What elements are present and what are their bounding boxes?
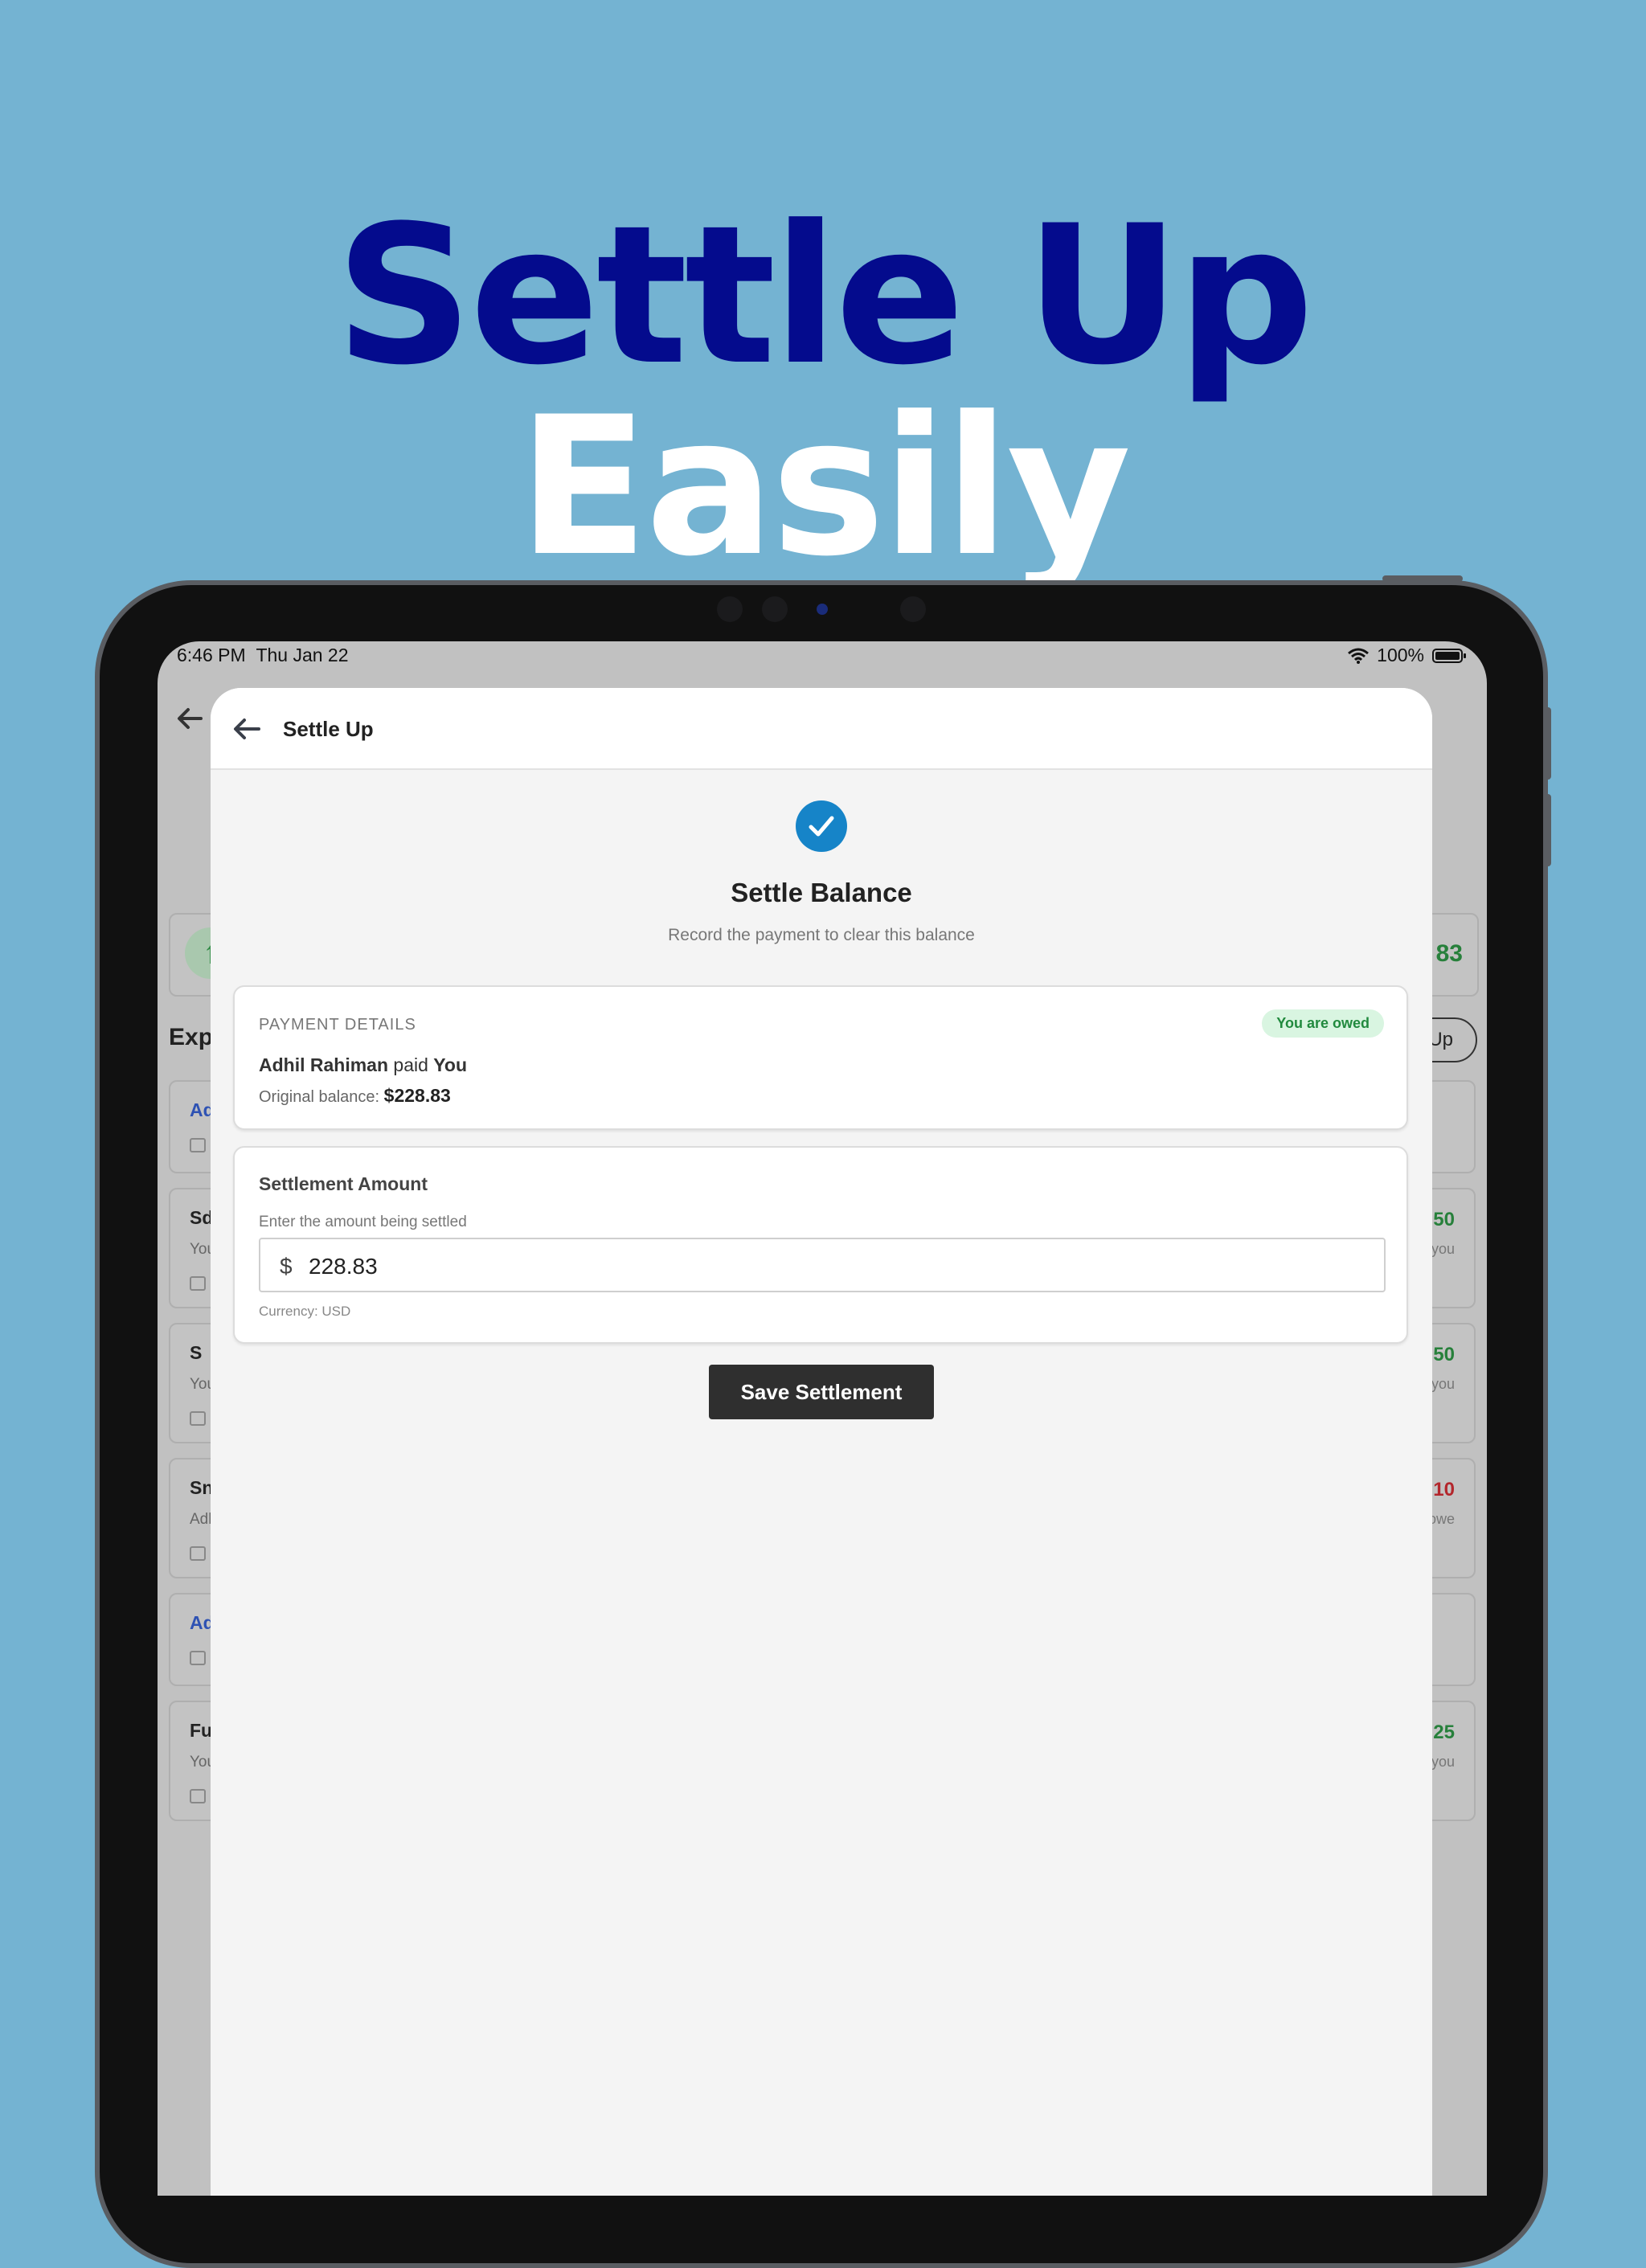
background-card-title: Sn <box>190 1477 214 1498</box>
original-balance: Original balance: $228.83 <box>259 1085 451 1107</box>
original-balance-label: Original balance: <box>259 1088 380 1106</box>
camera-lens <box>817 604 828 615</box>
payment-verb: paid <box>393 1054 428 1075</box>
background-card-title: Sd <box>190 1207 214 1228</box>
settlement-amount-value[interactable]: 228.83 <box>309 1254 378 1279</box>
settlement-amount-title: Settlement Amount <box>259 1173 428 1194</box>
settlement-amount-hint: Enter the amount being settled <box>259 1214 467 1230</box>
settlement-amount-input[interactable]: $ 228.83 <box>259 1238 1386 1292</box>
modal-header: Settle Up <box>211 688 1432 770</box>
calendar-icon <box>190 1789 206 1803</box>
camera-sensor <box>900 596 926 622</box>
background-card-amount: 50 <box>1433 1344 1455 1365</box>
save-settlement-button[interactable]: Save Settlement <box>709 1365 934 1419</box>
promo-headline: Settle Up Easily <box>0 201 1646 583</box>
background-card-note: you <box>1431 1241 1455 1257</box>
battery-percent: 100% <box>1377 645 1424 665</box>
calendar-icon <box>190 1546 206 1561</box>
background-summary-amount: 83 <box>1435 940 1463 967</box>
check-circle-icon <box>796 800 847 852</box>
status-right: 100% <box>1348 645 1466 666</box>
camera-sensor <box>762 596 788 622</box>
status-date: Thu Jan 22 <box>256 645 349 665</box>
payee-name: You <box>433 1054 468 1075</box>
payment-summary: Adhil Rahiman paid You <box>259 1054 467 1076</box>
calendar-icon <box>190 1276 206 1291</box>
background-back-arrow-icon <box>178 708 203 729</box>
payment-details-label: PAYMENT DETAILS <box>259 1016 416 1034</box>
wifi-icon <box>1348 648 1370 664</box>
status-badge: You are owed <box>1262 1009 1384 1038</box>
calendar-icon <box>190 1651 206 1665</box>
headline-part1: Settle Up <box>335 185 1314 407</box>
battery-icon <box>1432 648 1466 663</box>
background-card-title: Fu <box>190 1720 213 1741</box>
background-card-amount: 50 <box>1433 1209 1455 1230</box>
modal-title: Settle Up <box>283 717 374 741</box>
payer-name: Adhil Rahiman <box>259 1054 389 1075</box>
background-card-note: you <box>1431 1754 1455 1770</box>
background-card-amount: 25 <box>1433 1721 1455 1743</box>
status-time-date: 6:46 PM Thu Jan 22 <box>177 645 349 666</box>
settlement-amount-card: Settlement Amount Enter the amount being… <box>233 1146 1408 1344</box>
background-card-note: you <box>1431 1376 1455 1392</box>
tablet-screen: 6:46 PM Thu Jan 22 100% ↑ 83 Exp Up Ad S… <box>158 641 1487 2196</box>
checkmark-icon <box>809 816 834 837</box>
currency-symbol: $ <box>280 1254 293 1279</box>
calendar-icon <box>190 1138 206 1152</box>
payment-details-card: PAYMENT DETAILS You are owed Adhil Rahim… <box>233 985 1408 1130</box>
settle-up-modal: Settle Up Settle Balance Record the paym… <box>211 688 1432 2196</box>
back-arrow-icon[interactable] <box>231 715 264 743</box>
settle-balance-subheading: Record the payment to clear this balance <box>668 926 975 944</box>
background-section-title: Exp <box>169 1024 214 1050</box>
status-time: 6:46 PM <box>177 645 246 665</box>
background-card-title: S <box>190 1342 203 1363</box>
currency-note: Currency: USD <box>259 1304 351 1319</box>
headline-part2: Easily <box>518 376 1131 599</box>
status-bar: 6:46 PM Thu Jan 22 100% <box>158 641 1487 669</box>
calendar-icon <box>190 1411 206 1426</box>
camera-sensor <box>717 596 743 622</box>
original-balance-value: $228.83 <box>383 1085 451 1106</box>
settle-balance-heading: Settle Balance <box>731 878 912 907</box>
